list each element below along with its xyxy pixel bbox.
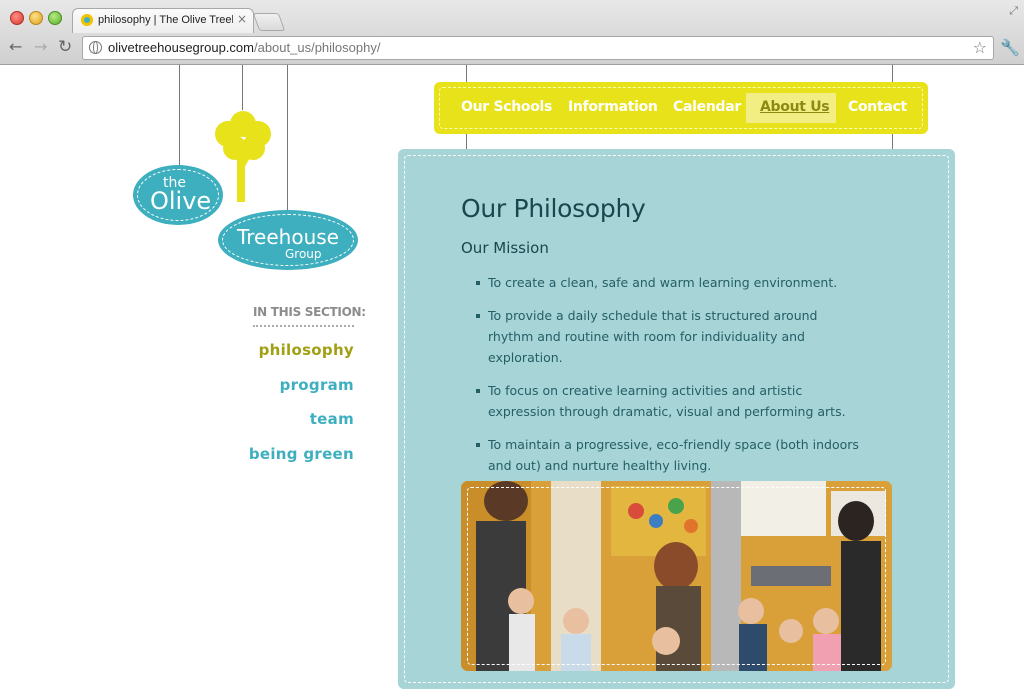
new-tab-button[interactable] <box>252 13 286 31</box>
hanging-string <box>287 65 288 212</box>
globe-icon <box>89 41 102 54</box>
logo-text-group: Group <box>285 247 322 261</box>
logo-text-treehouse: Treehouse <box>237 225 339 249</box>
hanging-string <box>892 133 893 150</box>
site-favicon-icon <box>81 14 93 26</box>
hanging-string <box>466 65 467 83</box>
tree-icon <box>215 111 271 168</box>
section-link-being-green[interactable]: being green <box>249 445 354 463</box>
nav-contact[interactable]: Contact <box>848 99 907 115</box>
logo-text-olive: Olive <box>150 187 212 215</box>
mission-item: To create a clean, safe and warm learnin… <box>476 272 866 293</box>
address-bar[interactable]: olivetreehousegroup.com/about_us/philoso… <box>82 36 994 60</box>
section-link-program[interactable]: program <box>280 376 354 394</box>
section-link-team[interactable]: team <box>310 410 354 428</box>
tab-title: philosophy | The Olive Treehouse Group <box>98 14 233 26</box>
hanging-string <box>179 65 180 167</box>
browser-tab[interactable]: philosophy | The Olive Treehouse Group × <box>72 8 254 33</box>
tab-close-icon[interactable]: × <box>237 12 247 26</box>
classroom-photo <box>461 481 892 671</box>
hanging-string <box>892 65 893 83</box>
page-title: Our Philosophy <box>461 194 646 223</box>
mission-item: To provide a daily schedule that is stru… <box>476 305 866 368</box>
section-link-philosophy[interactable]: philosophy <box>259 341 354 359</box>
mission-item: To maintain a progressive, eco-friendly … <box>476 434 866 476</box>
nav-calendar[interactable]: Calendar <box>673 99 741 115</box>
minimize-window-button[interactable] <box>29 11 43 25</box>
browser-chrome: philosophy | The Olive Treehouse Group ×… <box>0 0 1024 65</box>
hanging-string <box>466 133 467 150</box>
fullscreen-icon[interactable]: ⤢ <box>1009 4 1018 18</box>
nav-information[interactable]: Information <box>568 99 658 115</box>
zoom-window-button[interactable] <box>48 11 62 25</box>
bookmark-star-icon[interactable]: ☆ <box>973 38 987 57</box>
nav-about-us[interactable]: About Us <box>760 99 830 115</box>
nav-our-schools[interactable]: Our Schools <box>461 99 552 115</box>
main-nav: Our Schools Information Calendar About U… <box>434 82 928 134</box>
back-button[interactable]: ← <box>9 37 22 56</box>
forward-button[interactable]: → <box>34 37 47 56</box>
wrench-menu-icon[interactable]: 🔧 <box>1000 38 1020 57</box>
mission-item: To focus on creative learning activities… <box>476 380 866 422</box>
mission-heading: Our Mission <box>461 239 549 257</box>
mission-list: To create a clean, safe and warm learnin… <box>476 272 866 488</box>
close-window-button[interactable] <box>10 11 24 25</box>
reload-button[interactable]: ↻ <box>58 37 72 57</box>
url-text: olivetreehousegroup.com/about_us/philoso… <box>108 40 381 55</box>
hanging-string <box>242 65 243 110</box>
section-heading: IN THIS SECTION: <box>253 305 366 327</box>
